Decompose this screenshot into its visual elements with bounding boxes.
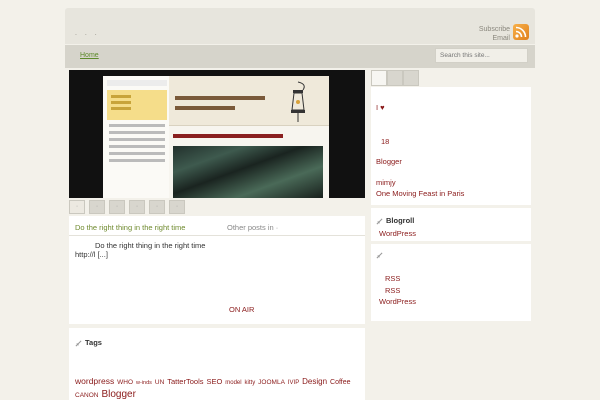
tag-link[interactable]: w-inds (136, 380, 152, 386)
subscribe-link[interactable]: Subscribe (479, 25, 510, 34)
slider-tab-6[interactable]: · (169, 200, 185, 214)
moving-feast-link[interactable]: One Moving Feast in Paris (376, 189, 464, 198)
tag-link[interactable]: IVIP (288, 380, 299, 386)
excerpt-line: Do the right thing in the right time (95, 241, 206, 250)
nav-home-link[interactable]: Home (80, 52, 99, 59)
other-posts-link[interactable]: Other posts in · (227, 223, 278, 232)
tag-link[interactable]: UN (155, 379, 164, 386)
tag-link[interactable]: Coffee (330, 379, 351, 386)
tag-cloud: wordpress WHO w-inds UN TatterTools SEO … (75, 376, 365, 400)
site-title[interactable]: . . . (75, 30, 100, 37)
rss-entries-link[interactable]: RSS (385, 274, 400, 283)
tag-link[interactable]: Design (302, 377, 327, 386)
lantern-icon (291, 81, 305, 122)
tag-link[interactable]: CANON (75, 392, 98, 399)
email-subscribe-link[interactable]: Email (479, 34, 510, 43)
slider-tab-2[interactable]: · (89, 200, 105, 214)
featured-slider[interactable] (69, 70, 365, 198)
blogroll-widget: Blogroll WordPress (371, 208, 531, 241)
meta-wordpress-link[interactable]: WordPress (379, 297, 416, 306)
tag-link[interactable]: WHO (117, 379, 133, 386)
post-excerpt: Do the right thing in the right time htt… (75, 241, 335, 259)
tag-link[interactable]: TatterTools (167, 377, 203, 386)
count-link[interactable]: 18 (381, 137, 389, 146)
leaf-icon (376, 218, 383, 225)
leaf-icon (376, 252, 383, 259)
sidebar-tab-3[interactable] (403, 70, 419, 86)
page-container: . . . Subscribe Email Home Search this s… (65, 8, 535, 400)
screenshot-photo (173, 146, 323, 198)
on-air-link[interactable]: ON AIR (229, 305, 254, 314)
post-card: Do the right thing in the right time Oth… (69, 216, 365, 324)
tag-link[interactable]: model (225, 380, 241, 386)
tags-heading: Tags (75, 338, 102, 347)
navigation-bar: Home (65, 45, 535, 68)
site-header: . . . Subscribe Email (65, 8, 535, 44)
rss-feed-icon[interactable] (513, 24, 529, 40)
tags-title: Tags (85, 338, 102, 347)
excerpt-link[interactable]: http://l [...] (75, 250, 335, 259)
heart-link[interactable]: I ♥ (376, 103, 385, 112)
search-input[interactable] (435, 48, 528, 63)
blogroll-wordpress-link[interactable]: WordPress (379, 229, 416, 238)
tags-widget: Tags wordpress WHO w-inds UN TatterTools… (69, 328, 365, 400)
mimjy-link[interactable]: mimjy (376, 178, 396, 187)
sidebar-tab-panel: I ♥ 18 Blogger mimjy One Moving Feast in… (371, 87, 531, 205)
tag-link[interactable]: Blogger (101, 389, 135, 400)
featured-image[interactable] (103, 76, 329, 198)
post-title-link[interactable]: Do the right thing in the right time (75, 223, 185, 232)
blogroll-heading: Blogroll (376, 216, 414, 225)
tag-link[interactable]: wordpress (75, 376, 114, 386)
screenshot-content (169, 76, 329, 198)
tag-link[interactable]: JOOMLA (258, 379, 285, 386)
blogger-link[interactable]: Blogger (376, 157, 402, 166)
tag-link[interactable]: kitty (245, 380, 256, 386)
meta-widget: RSS RSS WordPress (371, 244, 531, 321)
divider (69, 235, 365, 236)
slider-tab-5[interactable]: · (149, 200, 165, 214)
slider-tab-1[interactable]: · (69, 200, 85, 214)
sidebar-tab-1[interactable] (371, 70, 387, 86)
screenshot-sidebar (107, 80, 167, 194)
rss-comments-link[interactable]: RSS (385, 286, 400, 295)
slider-tab-3[interactable]: · (109, 200, 125, 214)
slider-tab-4[interactable]: · (129, 200, 145, 214)
leaf-icon (75, 340, 82, 347)
sidebar-tab-2[interactable] (387, 70, 403, 86)
tag-link[interactable]: SEO (206, 377, 222, 386)
subscribe-links: Subscribe Email (479, 25, 510, 43)
blogroll-title: Blogroll (386, 216, 415, 225)
